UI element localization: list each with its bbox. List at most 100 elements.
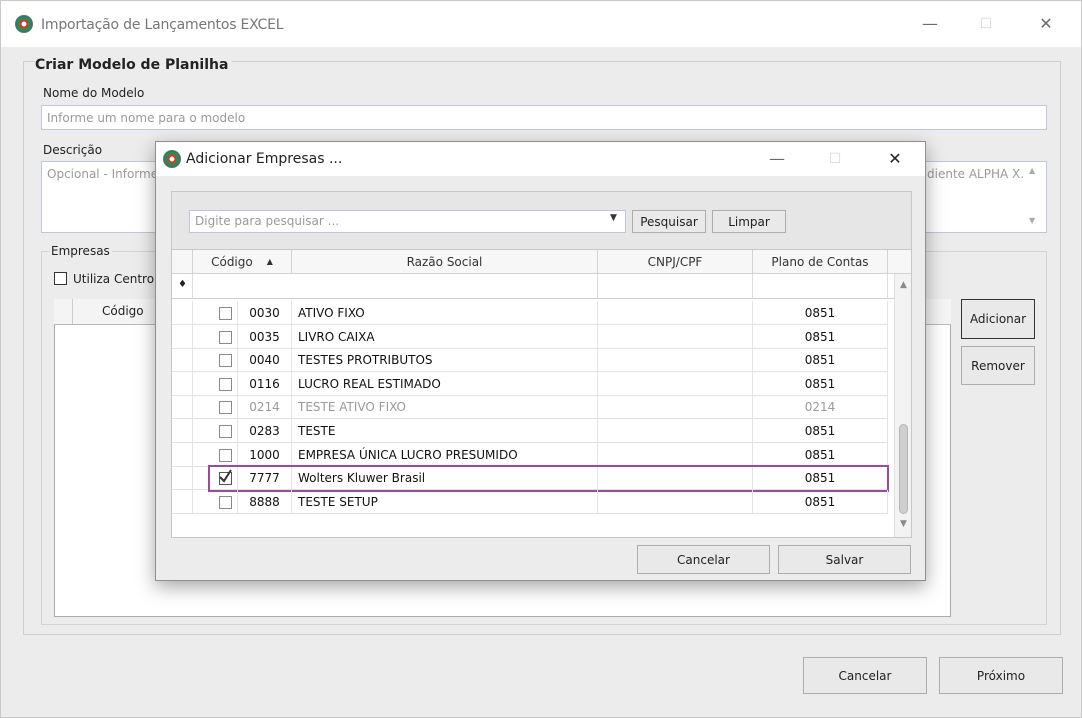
row-checkbox[interactable] bbox=[219, 401, 232, 415]
table-row[interactable]: 1000 EMPRESA ÚNICA LUCRO PRESUMIDO 0851 bbox=[172, 442, 888, 467]
row-checkbox[interactable] bbox=[219, 307, 232, 320]
close-icon[interactable]: ✕ bbox=[1023, 1, 1069, 47]
grid-scrollbar[interactable]: ▲ ▼ bbox=[894, 274, 911, 537]
row-indicator bbox=[172, 489, 193, 514]
row-checkbox[interactable] bbox=[219, 425, 232, 438]
scroll-up-icon[interactable]: ▲ bbox=[895, 278, 912, 292]
row-checkbox[interactable] bbox=[219, 330, 232, 344]
row-plano: 0851 bbox=[753, 371, 888, 396]
filter-divider bbox=[192, 274, 193, 299]
minimize-icon[interactable]: — bbox=[907, 1, 953, 47]
scroll-down-icon[interactable]: ▼ bbox=[1029, 216, 1035, 225]
table-row[interactable]: 0035 LIVRO CAIXA 0851 bbox=[172, 324, 888, 349]
filter-divider bbox=[752, 274, 753, 299]
row-codigo: 0283 bbox=[238, 419, 292, 443]
row-checkbox[interactable] bbox=[219, 377, 232, 391]
dialog-titlebar: Adicionar Empresas ... — ☐ ✕ bbox=[156, 142, 925, 176]
maximize-icon[interactable]: ☐ bbox=[963, 1, 1009, 47]
utiliza-centro-checkbox[interactable] bbox=[54, 272, 67, 285]
row-razao-social: EMPRESA ÚNICA LUCRO PRESUMIDO bbox=[292, 442, 598, 467]
dialog-close-icon[interactable]: ✕ bbox=[872, 142, 918, 176]
row-indicator bbox=[172, 395, 193, 420]
adicionar-button[interactable]: Adicionar bbox=[961, 299, 1035, 339]
row-plano: 0851 bbox=[753, 324, 888, 349]
dialog-logo-icon bbox=[163, 150, 181, 168]
table-row[interactable]: 0116 LUCRO REAL ESTIMADO 0851 bbox=[172, 371, 888, 396]
main-titlebar: Importação de Lançamentos EXCEL — ☐ ✕ bbox=[1, 1, 1081, 47]
nome-modelo-label: Nome do Modelo bbox=[43, 86, 145, 100]
search-area: Digite para pesquisar ... ▼ Pesquisar Li… bbox=[172, 192, 911, 250]
codigo-header-label: Código bbox=[211, 254, 253, 269]
row-indicator bbox=[172, 324, 193, 349]
dialog-salvar-button[interactable]: Salvar bbox=[778, 545, 911, 574]
nome-modelo-input[interactable]: Informe um nome para o modelo bbox=[41, 105, 1047, 130]
row-indicator bbox=[172, 348, 193, 373]
row-indicator bbox=[172, 301, 193, 325]
row-checkbox[interactable] bbox=[219, 448, 232, 462]
adicionar-empresas-dialog: Adicionar Empresas ... — ☐ ✕ Digite para… bbox=[155, 141, 926, 581]
cancelar-button[interactable]: Cancelar bbox=[803, 657, 927, 694]
row-indicator bbox=[172, 419, 193, 443]
plano-contas-column-header[interactable]: Plano de Contas bbox=[753, 250, 888, 274]
filter-pin-icon: ♦ bbox=[178, 279, 187, 290]
row-cnpj bbox=[598, 348, 753, 373]
utiliza-centro-label: Utiliza Centro bbox=[73, 272, 155, 286]
indicator-header bbox=[172, 250, 193, 274]
row-indicator bbox=[172, 466, 193, 491]
row-razao-social: TESTE SETUP bbox=[292, 489, 598, 514]
table-row[interactable]: 0283 TESTE 0851 bbox=[172, 419, 888, 443]
row-codigo: 8888 bbox=[238, 489, 292, 514]
search-dropdown-icon[interactable]: ▼ bbox=[610, 213, 617, 223]
row-checkbox[interactable] bbox=[219, 495, 232, 509]
row-checkbox[interactable] bbox=[219, 354, 232, 368]
search-input[interactable]: Digite para pesquisar ... bbox=[189, 210, 626, 233]
proximo-button[interactable]: Próximo bbox=[939, 657, 1063, 694]
dialog-maximize-icon[interactable]: ☐ bbox=[812, 142, 858, 176]
dialog-minimize-icon[interactable]: — bbox=[754, 142, 800, 176]
table-row[interactable]: 8888 TESTE SETUP 0851 bbox=[172, 489, 888, 514]
sort-ascending-icon: ▲ bbox=[266, 257, 273, 266]
row-razao-social: LUCRO REAL ESTIMADO bbox=[292, 371, 598, 396]
row-plano: 0851 bbox=[753, 442, 888, 467]
row-codigo: 0040 bbox=[238, 348, 292, 373]
dialog-title: Adicionar Empresas ... bbox=[186, 151, 343, 167]
row-razao-social: TESTE ATIVO FIXO bbox=[292, 395, 598, 420]
descricao-placeholder-left: Opcional - Informe bbox=[47, 167, 159, 181]
codigo-column-header[interactable]: Código ▲ bbox=[193, 250, 292, 274]
header-spacer bbox=[888, 250, 911, 274]
scroll-down-icon[interactable]: ▼ bbox=[895, 517, 912, 531]
row-cnpj bbox=[598, 324, 753, 349]
dialog-grid-panel: Digite para pesquisar ... ▼ Pesquisar Li… bbox=[171, 191, 912, 538]
row-cnpj bbox=[598, 489, 753, 514]
scroll-up-icon[interactable]: ▲ bbox=[1029, 166, 1035, 175]
row-codigo: 1000 bbox=[238, 442, 292, 467]
cnpj-column-header[interactable]: CNPJ/CPF bbox=[598, 250, 753, 274]
row-codigo: 0030 bbox=[238, 301, 292, 325]
filter-divider bbox=[887, 274, 888, 299]
filter-divider bbox=[597, 274, 598, 299]
row-plano: 0851 bbox=[753, 419, 888, 443]
row-cnpj bbox=[598, 442, 753, 467]
grid-codigo-header[interactable]: Código bbox=[102, 304, 144, 318]
filter-row[interactable]: ♦ bbox=[172, 274, 894, 299]
descricao-label: Descrição bbox=[43, 143, 103, 157]
table-row[interactable]: 0214 TESTE ATIVO FIXO 0214 bbox=[172, 395, 888, 420]
scroll-thumb[interactable] bbox=[899, 424, 908, 514]
row-plano: 0214 bbox=[753, 395, 888, 420]
row-plano: 0851 bbox=[753, 489, 888, 514]
table-row[interactable]: 0040 TESTES PROTRIBUTOS 0851 bbox=[172, 348, 888, 373]
group-title: Criar Modelo de Planilha bbox=[35, 57, 233, 73]
selected-row-highlight bbox=[208, 465, 889, 493]
dialog-cancelar-button[interactable]: Cancelar bbox=[637, 545, 770, 574]
limpar-button[interactable]: Limpar bbox=[712, 210, 786, 233]
table-row[interactable]: 0030 ATIVO FIXO 0851 bbox=[172, 301, 888, 325]
remover-button[interactable]: Remover bbox=[961, 346, 1035, 385]
row-plano: 0851 bbox=[753, 348, 888, 373]
app-logo-icon bbox=[15, 15, 33, 33]
row-indicator bbox=[172, 442, 193, 467]
row-plano: 0851 bbox=[753, 301, 888, 325]
empresas-label: Empresas bbox=[49, 244, 112, 258]
razao-social-column-header[interactable]: Razão Social bbox=[292, 250, 598, 274]
row-razao-social: TESTE bbox=[292, 419, 598, 443]
pesquisar-button[interactable]: Pesquisar bbox=[632, 210, 706, 233]
